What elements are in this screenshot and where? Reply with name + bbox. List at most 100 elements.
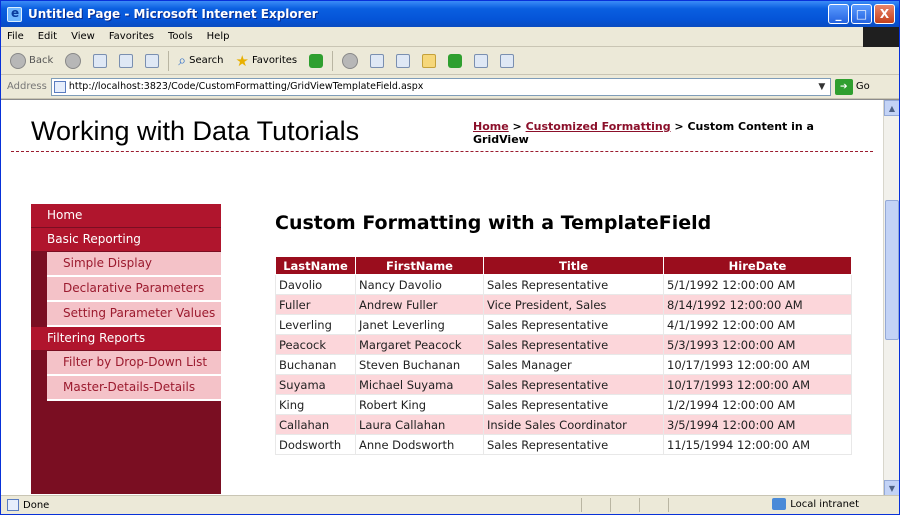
cell-title: Sales Representative <box>483 314 664 335</box>
menu-view[interactable]: View <box>71 31 95 42</box>
address-input[interactable]: http://localhost:3823/Code/CustomFormatt… <box>50 77 831 96</box>
messenger-button[interactable] <box>445 50 465 72</box>
cell-lastname: King <box>275 394 356 415</box>
page-icon <box>53 80 66 93</box>
refresh-icon <box>119 53 134 68</box>
scroll-thumb[interactable] <box>885 200 899 340</box>
grid-header-row: LastName FirstName Title HireDate <box>275 256 852 275</box>
breadcrumb-home-link[interactable]: Home <box>473 120 509 133</box>
status-bar: Done Local intranet <box>1 495 899 514</box>
cell-firstname: Andrew Fuller <box>355 294 484 315</box>
menu-edit[interactable]: Edit <box>38 31 57 42</box>
cell-hiredate: 10/17/1993 12:00:00 AM <box>663 374 852 395</box>
close-button[interactable]: X <box>874 4 895 24</box>
print-button[interactable] <box>393 50 413 72</box>
back-label: Back <box>29 55 54 66</box>
cell-title: Sales Manager <box>483 354 664 375</box>
site-header: Working with Data Tutorials Home > Custo… <box>11 108 873 152</box>
sidebar-item-declarative-parameters[interactable]: Declarative Parameters <box>47 277 221 302</box>
cell-hiredate: 11/15/1994 12:00:00 AM <box>663 434 852 455</box>
table-row: Davolio Nancy Davolio Sales Representati… <box>275 274 852 295</box>
cell-hiredate: 8/14/1992 12:00:00 AM <box>663 294 852 315</box>
status-divider <box>581 498 582 512</box>
sidebar-nav: Home Basic Reporting Simple Display Decl… <box>31 204 221 494</box>
scroll-up-icon[interactable]: ▲ <box>884 100 899 116</box>
media-button[interactable] <box>306 50 326 72</box>
sidebar-item-setting-parameter-values[interactable]: Setting Parameter Values <box>47 302 221 327</box>
sidebar-item-basic-reporting[interactable]: Basic Reporting <box>31 228 221 252</box>
home-button[interactable] <box>142 50 162 72</box>
refresh-button[interactable] <box>116 50 136 72</box>
search-icon: ⌕ <box>178 52 187 69</box>
sidebar-item-filter-by-drop-down-list[interactable]: Filter by Drop-Down List <box>47 351 221 376</box>
vertical-scrollbar[interactable]: ▲ ▼ <box>883 100 899 495</box>
search-button[interactable]: ⌕ Search <box>175 50 226 72</box>
cell-lastname: Callahan <box>275 414 356 435</box>
history-icon <box>342 52 359 69</box>
cell-lastname: Davolio <box>275 274 356 295</box>
intranet-icon <box>772 498 787 510</box>
browser-window: Untitled Page - Microsoft Internet Explo… <box>0 0 900 515</box>
forward-arrow-icon <box>65 52 82 69</box>
menu-help[interactable]: Help <box>207 31 230 42</box>
menu-tools[interactable]: Tools <box>168 31 193 42</box>
cell-firstname: Steven Buchanan <box>355 354 484 375</box>
history-button[interactable] <box>339 50 361 72</box>
column-header-title: Title <box>483 256 664 275</box>
forward-button[interactable] <box>62 50 84 72</box>
table-row: Callahan Laura Callahan Inside Sales Coo… <box>275 414 852 435</box>
cell-title: Sales Representative <box>483 274 664 295</box>
home-icon <box>145 53 160 68</box>
sidebar-item-filtering-reports[interactable]: Filtering Reports <box>31 327 221 351</box>
back-button[interactable]: Back <box>7 50 56 72</box>
column-header-firstname: FirstName <box>355 256 484 275</box>
status-text: Done <box>23 499 50 511</box>
breadcrumb: Home > Customized Formatting > Custom Co… <box>473 120 873 146</box>
cell-hiredate: 5/3/1993 12:00:00 AM <box>663 334 852 355</box>
cell-lastname: Fuller <box>275 294 356 315</box>
page-viewport: Working with Data Tutorials Home > Custo… <box>1 99 899 495</box>
page-title: Custom Formatting with a TemplateField <box>275 212 712 234</box>
menu-favorites[interactable]: Favorites <box>109 31 154 42</box>
mail-button[interactable] <box>367 50 387 72</box>
window-title: Untitled Page - Microsoft Internet Explo… <box>28 7 318 21</box>
cell-hiredate: 3/5/1994 12:00:00 AM <box>663 414 852 435</box>
print-icon <box>396 53 411 68</box>
site-title: Working with Data Tutorials <box>31 116 360 146</box>
maximize-button[interactable]: □ <box>851 4 872 24</box>
research-button[interactable] <box>471 50 491 72</box>
cell-firstname: Margaret Peacock <box>355 334 484 355</box>
cell-firstname: Janet Leverling <box>355 314 484 335</box>
stop-button[interactable] <box>90 50 110 72</box>
scroll-down-icon[interactable]: ▼ <box>884 480 899 495</box>
windows-logo-icon <box>863 27 899 47</box>
sidebar-item-master-details-details[interactable]: Master-Details-Details <box>47 376 221 401</box>
go-button[interactable]: Go <box>856 81 870 92</box>
menu-file[interactable]: File <box>7 31 24 42</box>
address-url: http://localhost:3823/Code/CustomFormatt… <box>68 81 424 92</box>
cell-firstname: Anne Dodsworth <box>355 434 484 455</box>
chevron-down-icon[interactable]: ▼ <box>814 79 830 95</box>
cell-hiredate: 1/2/1994 12:00:00 AM <box>663 394 852 415</box>
back-arrow-icon <box>10 52 26 69</box>
cell-lastname: Peacock <box>275 334 356 355</box>
sidebar-item-home[interactable]: Home <box>31 204 221 228</box>
sidebar-item-simple-display[interactable]: Simple Display <box>47 252 221 277</box>
folder-button[interactable] <box>419 50 439 72</box>
favorites-button[interactable]: ★ Favorites <box>232 50 300 72</box>
breadcrumb-section-link[interactable]: Customized Formatting <box>526 120 671 133</box>
cell-lastname: Leverling <box>275 314 356 335</box>
cell-title: Sales Representative <box>483 374 664 395</box>
discuss-button[interactable] <box>497 50 517 72</box>
cell-hiredate: 10/17/1993 12:00:00 AM <box>663 354 852 375</box>
cell-lastname: Dodsworth <box>275 434 356 455</box>
cell-hiredate: 4/1/1992 12:00:00 AM <box>663 314 852 335</box>
column-header-lastname: LastName <box>275 256 356 275</box>
table-row: King Robert King Sales Representative 1/… <box>275 394 852 415</box>
cell-lastname: Buchanan <box>275 354 356 375</box>
go-arrow-icon[interactable]: ➔ <box>834 78 853 95</box>
minimize-button[interactable]: _ <box>828 4 849 24</box>
messenger-icon <box>448 53 463 68</box>
table-row: Dodsworth Anne Dodsworth Sales Represent… <box>275 434 852 455</box>
table-row: Peacock Margaret Peacock Sales Represent… <box>275 334 852 355</box>
